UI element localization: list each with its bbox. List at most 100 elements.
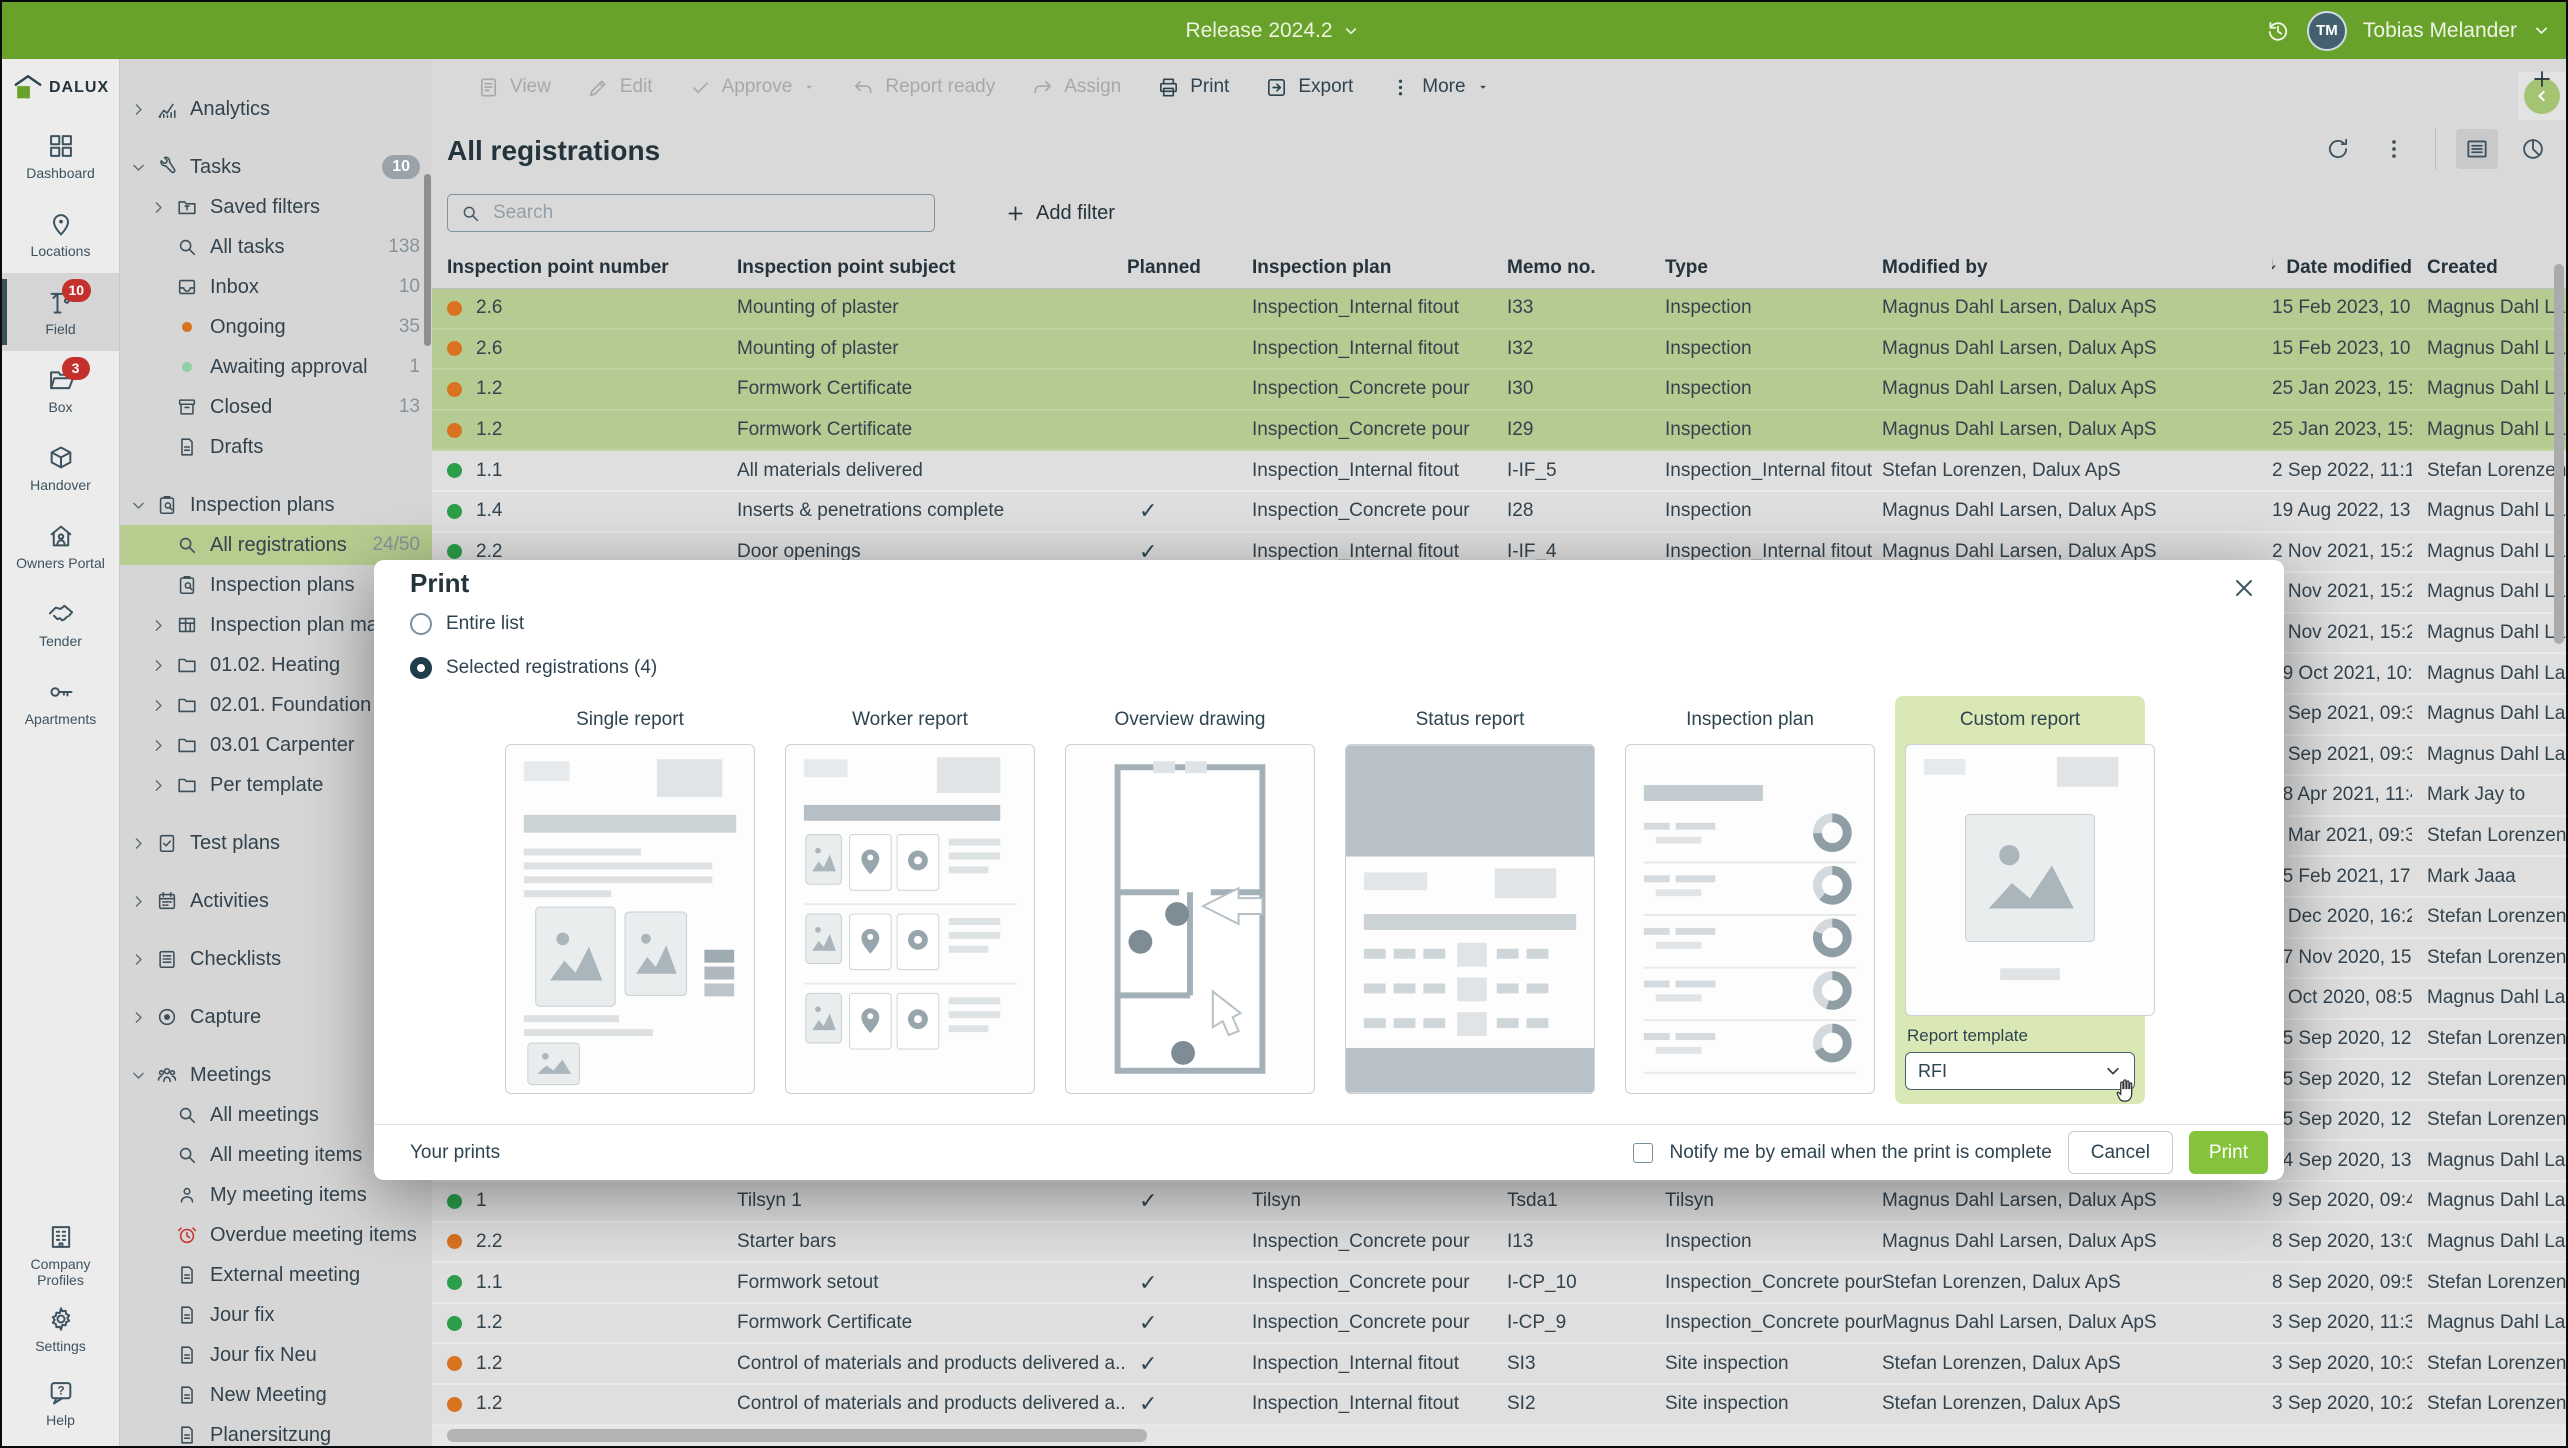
chevron-right-icon[interactable]	[150, 737, 176, 754]
table-row[interactable]: 1.2Formwork Certificate✓Inspection_Concr…	[432, 1304, 2566, 1345]
radio-option-selected-registrations-4-[interactable]: Selected registrations (4)	[410, 648, 657, 688]
history-icon[interactable]	[2265, 18, 2291, 44]
sidebar-item-new-meeting[interactable]: New Meeting	[120, 1375, 432, 1415]
table-row[interactable]: 1.2Formwork CertificateInspection_Concre…	[432, 370, 2566, 411]
sidebar-item-saved-filters[interactable]: Saved filters	[120, 187, 432, 227]
column-header-created[interactable]: Created	[2412, 257, 2566, 279]
sidebar-item-all-tasks[interactable]: All tasks138	[120, 227, 432, 267]
radio-unselected-icon[interactable]	[410, 613, 432, 635]
search-box[interactable]	[447, 194, 935, 232]
export-button[interactable]: Export	[1265, 76, 1353, 99]
chevron-right-icon[interactable]	[150, 199, 176, 216]
horizontal-scrollbar[interactable]	[447, 1429, 1147, 1442]
assign-button[interactable]: Assign	[1031, 76, 1121, 99]
sidebar-item-awaiting-approval[interactable]: Awaiting approval1	[120, 347, 432, 387]
rail-item-field[interactable]: 10Field	[2, 273, 119, 351]
column-header-planned[interactable]: Planned	[1127, 257, 1252, 279]
report-card-overview[interactable]: Overview drawing	[1065, 696, 1315, 1094]
chevron-right-icon[interactable]	[130, 835, 156, 852]
radio-option-entire-list[interactable]: Entire list	[410, 604, 657, 644]
column-header-inspection-plan[interactable]: Inspection plan	[1252, 257, 1507, 279]
rail-item-owners-portal[interactable]: Owners Portal	[2, 507, 119, 585]
print-button[interactable]: Print	[1157, 76, 1229, 99]
chevron-right-icon[interactable]	[150, 697, 176, 714]
column-header-date-modified[interactable]: Date modified	[2272, 256, 2412, 279]
approve-button[interactable]: Approve	[689, 76, 817, 99]
chevron-right-icon[interactable]	[150, 657, 176, 674]
rail-item-box[interactable]: 3Box	[2, 351, 119, 429]
table-row[interactable]: 1.4Inserts & penetrations complete✓Inspe…	[432, 492, 2566, 533]
sidebar-item-analytics[interactable]: Analytics	[120, 89, 432, 129]
report-card-status[interactable]: Status report	[1345, 696, 1595, 1094]
sidebar-scrollbar[interactable]	[424, 174, 431, 346]
table-row[interactable]: 2.6Mounting of plasterInspection_Interna…	[432, 330, 2566, 371]
sidebar-item-planersitzung[interactable]: Planersitzung	[120, 1415, 432, 1446]
user-name[interactable]: Tobias Melander	[2363, 19, 2517, 43]
chart-view-button[interactable]	[2512, 129, 2554, 169]
release-selector[interactable]: Release 2024.2	[1042, 2, 1502, 59]
table-row[interactable]: 1.1All materials deliveredInspection_Int…	[432, 451, 2566, 492]
add-column-icon[interactable]	[2530, 67, 2556, 93]
chevron-right-icon[interactable]	[130, 951, 156, 968]
search-input[interactable]	[491, 201, 922, 225]
rail-item-locations[interactable]: Locations	[2, 195, 119, 273]
report-card-worker[interactable]: Worker report	[785, 696, 1035, 1094]
dalux-logo[interactable]: DALUX	[2, 59, 119, 117]
view-button[interactable]: View	[477, 76, 551, 99]
close-icon[interactable]	[2230, 574, 2258, 602]
column-header-inspection-point-subject[interactable]: Inspection point subject	[737, 257, 1127, 279]
table-row[interactable]: 1Tilsyn 1✓TilsynTsda1TilsynMagnus Dahl L…	[432, 1182, 2566, 1223]
chevron-right-icon[interactable]	[130, 101, 156, 118]
sidebar-item-drafts[interactable]: Drafts	[120, 427, 432, 467]
vertical-scrollbar[interactable]	[2554, 264, 2564, 644]
rail-item-tender[interactable]: Tender	[2, 585, 119, 663]
table-row[interactable]: 2.2Starter barsInspection_Concrete pourI…	[432, 1223, 2566, 1264]
chevron-down-icon[interactable]	[130, 1067, 156, 1084]
chevron-right-icon[interactable]	[130, 1009, 156, 1026]
column-header-modified-by[interactable]: Modified by	[1882, 257, 2272, 279]
sidebar-item-overdue-meeting-items[interactable]: Overdue meeting items	[120, 1215, 432, 1255]
column-header-type[interactable]: Type	[1665, 257, 1882, 279]
print-button[interactable]: Print	[2189, 1131, 2268, 1174]
sidebar-item-external-meeting[interactable]: External meeting	[120, 1255, 432, 1295]
rail-item-apartments[interactable]: Apartments	[2, 663, 119, 741]
report-card-single[interactable]: Single report	[505, 696, 755, 1094]
more-button[interactable]: More	[1389, 76, 1489, 99]
table-row[interactable]: 1.2Control of materials and products del…	[432, 1385, 2566, 1426]
sidebar-item-ongoing[interactable]: Ongoing35	[120, 307, 432, 347]
sidebar-item-inspection-plans[interactable]: Inspection plans	[120, 485, 432, 525]
table-row[interactable]: 2.6Mounting of plasterInspection_Interna…	[432, 289, 2566, 330]
chevron-right-icon[interactable]	[150, 777, 176, 794]
radio-selected-icon[interactable]	[410, 657, 432, 679]
column-header-inspection-point-number[interactable]: Inspection point number	[447, 257, 737, 279]
list-view-button[interactable]	[2456, 129, 2498, 169]
rail-item-handover[interactable]: Handover	[2, 429, 119, 507]
table-row[interactable]: 1.2Formwork CertificateInspection_Concre…	[432, 411, 2566, 452]
your-prints-link[interactable]: Your prints	[410, 1142, 500, 1164]
table-row[interactable]: 1.2Control of materials and products del…	[432, 1344, 2566, 1385]
edit-button[interactable]: Edit	[587, 76, 653, 99]
report-template-select[interactable]: RFI	[1905, 1052, 2135, 1090]
chevron-down-icon[interactable]	[2533, 22, 2550, 39]
rail-item-company-profiles[interactable]: Company Profiles	[2, 1218, 119, 1292]
sidebar-item-tasks[interactable]: Tasks10	[120, 147, 432, 187]
cancel-button[interactable]: Cancel	[2068, 1131, 2173, 1174]
column-header-memo-no-[interactable]: Memo no.	[1507, 257, 1665, 279]
chevron-down-icon[interactable]	[130, 497, 156, 514]
sidebar-item-all-registrations[interactable]: All registrations24/50	[120, 525, 432, 565]
rail-item-settings[interactable]: Settings	[2, 1292, 119, 1366]
rail-item-dashboard[interactable]: Dashboard	[2, 117, 119, 195]
table-row[interactable]: 1.1Formwork setout✓Inspection_Concrete p…	[432, 1263, 2566, 1304]
report-card-custom-selected[interactable]: Custom reportReport templateRFI	[1895, 696, 2145, 1104]
chevron-down-icon[interactable]	[130, 159, 156, 176]
notify-checkbox[interactable]	[1633, 1143, 1653, 1163]
report-card-plan[interactable]: Inspection plan	[1625, 696, 1875, 1094]
more-options-button[interactable]	[2373, 129, 2415, 169]
sidebar-item-jour-fix[interactable]: Jour fix	[120, 1295, 432, 1335]
sidebar-item-inbox[interactable]: Inbox10	[120, 267, 432, 307]
sidebar-item-jour-fix-neu[interactable]: Jour fix Neu	[120, 1335, 432, 1375]
add-filter-button[interactable]: Add filter	[1005, 194, 1115, 232]
sidebar-item-closed[interactable]: Closed13	[120, 387, 432, 427]
rail-item-help[interactable]: ?Help	[2, 1366, 119, 1440]
chevron-right-icon[interactable]	[130, 893, 156, 910]
